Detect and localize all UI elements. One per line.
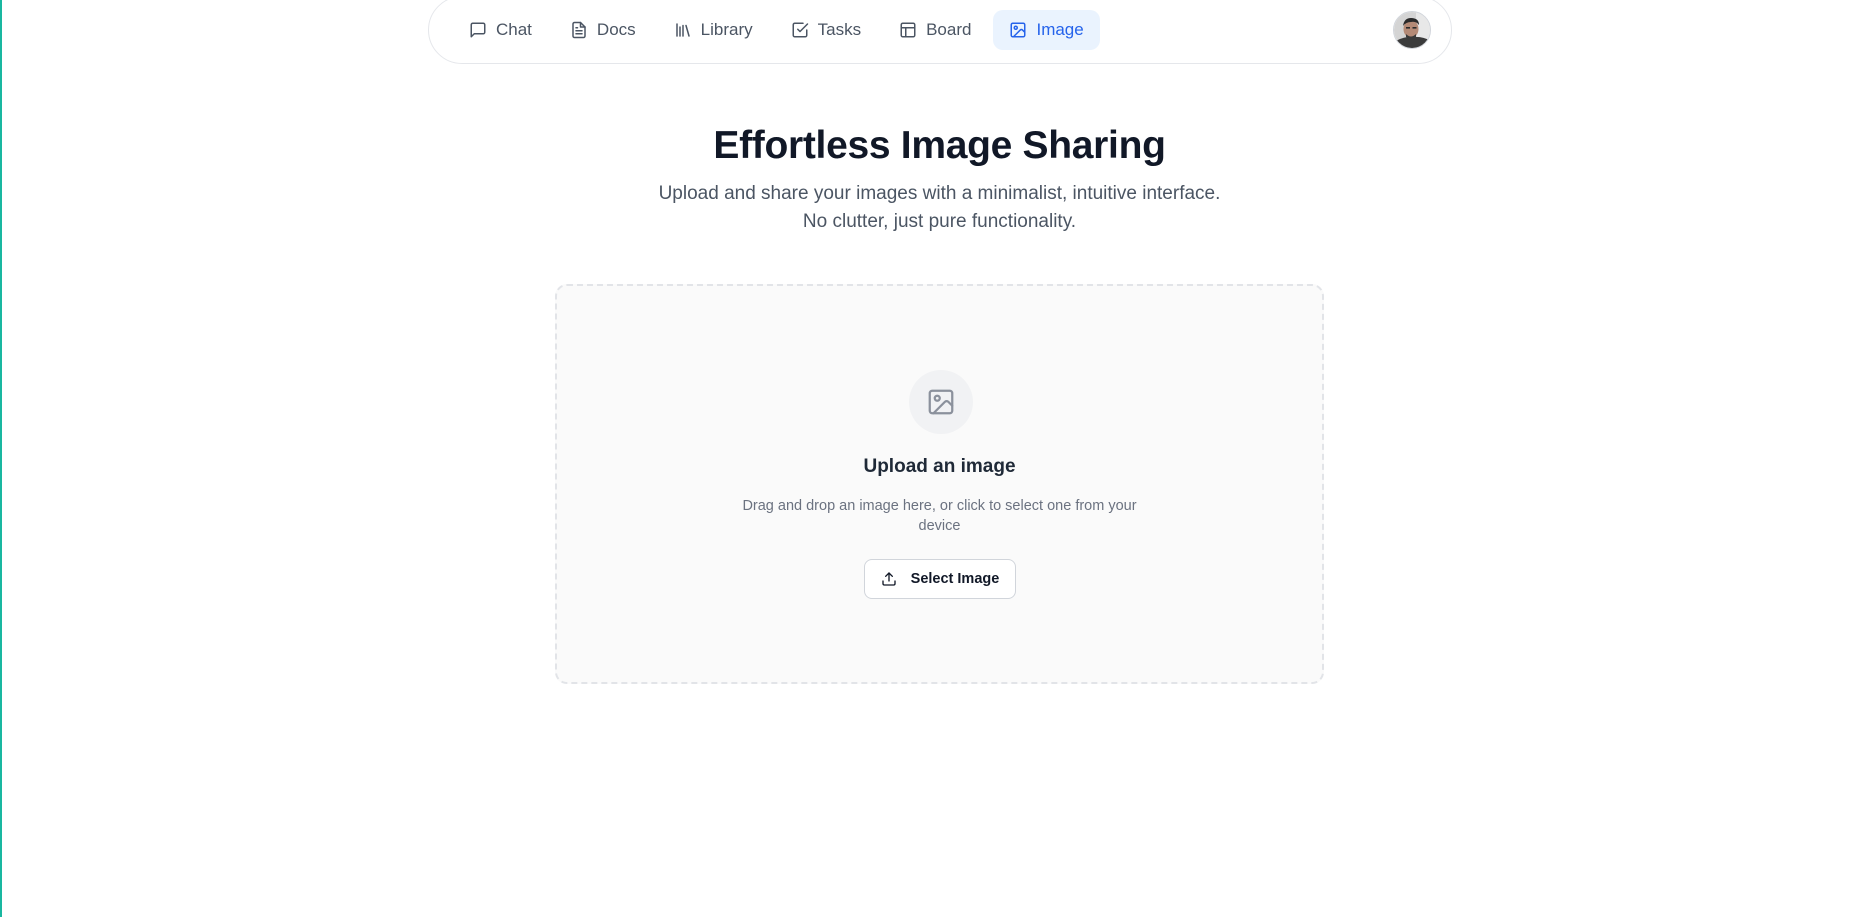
select-image-button[interactable]: Select Image xyxy=(864,559,1016,599)
top-navbar: Chat Docs Library Tasks Board Image xyxy=(428,0,1452,64)
page: Chat Docs Library Tasks Board Image Effo… xyxy=(0,0,1869,917)
page-title: Effortless Image Sharing xyxy=(713,124,1166,167)
nav-item-docs[interactable]: Docs xyxy=(554,10,652,50)
nav-item-label: Board xyxy=(926,20,972,39)
nav-item-label: Chat xyxy=(496,20,532,39)
nav-items: Chat Docs Library Tasks Board Image xyxy=(453,10,1100,50)
page-subtitle-line1: Upload and share your images with a mini… xyxy=(658,183,1221,204)
upload-dropzone[interactable]: Upload an image Drag and drop an image h… xyxy=(555,284,1324,684)
nav-item-board[interactable]: Board xyxy=(883,10,987,50)
message-square-icon xyxy=(470,22,486,38)
upload-description: Drag and drop an image here, or click to… xyxy=(742,498,1137,534)
layout-board-icon xyxy=(900,22,916,38)
nav-item-image[interactable]: Image xyxy=(993,10,1100,50)
select-image-label: Select Image xyxy=(910,571,1000,587)
nav-item-chat[interactable]: Chat xyxy=(453,10,548,50)
check-square-icon xyxy=(792,22,808,38)
nav-item-label: Library xyxy=(700,20,753,39)
nav-item-label: Docs xyxy=(596,20,636,39)
upload-icon xyxy=(881,572,896,586)
library-icon xyxy=(675,23,690,37)
nav-item-library[interactable]: Library xyxy=(658,10,769,50)
avatar-image xyxy=(1394,12,1430,48)
user-avatar[interactable] xyxy=(1393,11,1431,49)
nav-item-label: Tasks xyxy=(817,20,862,39)
nav-item-label: Image xyxy=(1036,20,1084,39)
image-icon xyxy=(1010,22,1026,38)
image-icon xyxy=(928,389,954,415)
nav-item-tasks[interactable]: Tasks xyxy=(775,10,877,50)
upload-title: Upload an image xyxy=(863,456,1016,477)
file-text-icon xyxy=(572,21,586,39)
upload-icon-circle xyxy=(909,370,973,434)
page-subtitle-line2: No clutter, just pure functionality. xyxy=(802,211,1077,232)
